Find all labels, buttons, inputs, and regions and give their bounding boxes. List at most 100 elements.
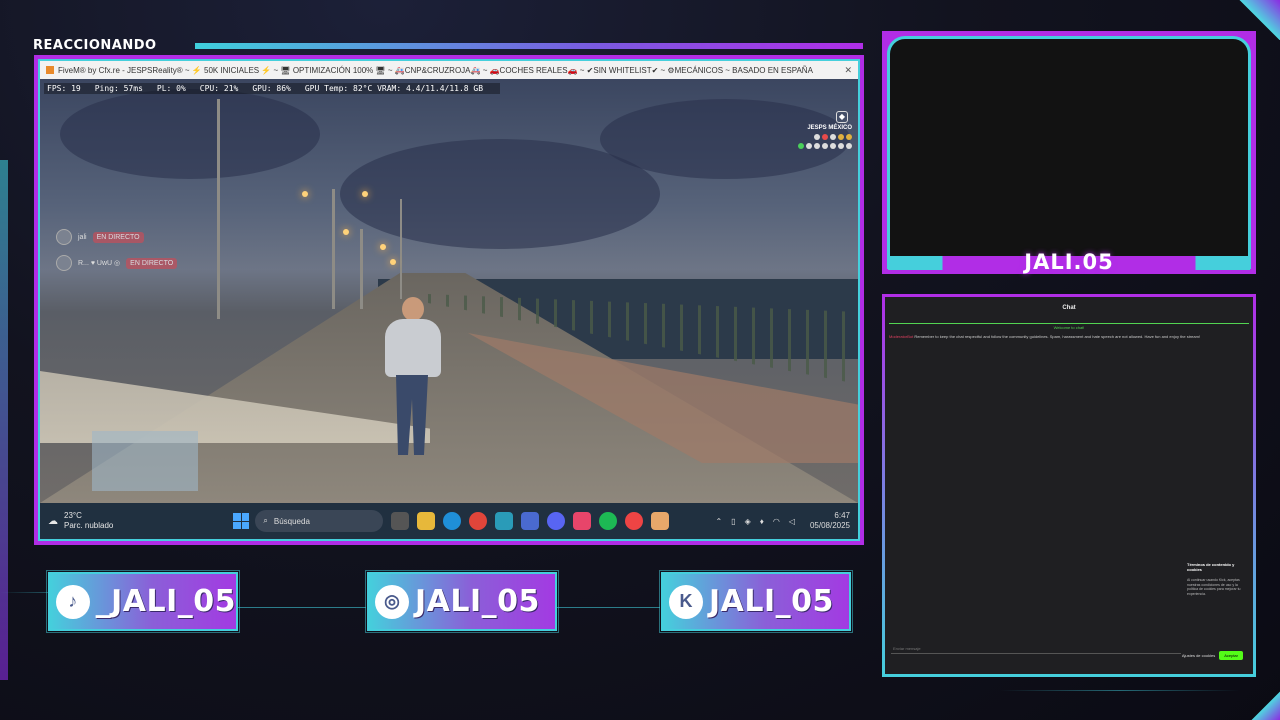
system-tray: ⌃ ▯ ◈ ♦ ◠ ◁ 6:47 05/08/2025 xyxy=(715,511,850,531)
cookie-accept-button[interactable]: Aceptar xyxy=(1219,651,1243,660)
tiktok-icon: ♪ xyxy=(56,584,90,619)
social-handle: JALI_05 xyxy=(415,584,540,619)
lamp-light xyxy=(343,229,349,235)
cookie-popup-text: Al continuar usando Kick, aceptas nuestr… xyxy=(1187,578,1241,596)
taskbar-clock[interactable]: 6:47 05/08/2025 xyxy=(810,511,850,531)
spotify-icon[interactable] xyxy=(599,512,618,530)
fps-readout: FPS: 19 xyxy=(47,84,81,93)
chat-message-author[interactable]: ModeratorBot xyxy=(889,334,913,339)
discord-icon[interactable] xyxy=(547,512,566,530)
kick-icon: K xyxy=(669,584,703,619)
hud-dot xyxy=(846,143,852,149)
live-row: R... ♥ UwU ◎ EN DIRECTO xyxy=(56,255,178,271)
hud-dot xyxy=(822,143,828,149)
start-button[interactable] xyxy=(233,513,250,529)
social-badge-instagram[interactable]: ◎ JALI_05 xyxy=(365,570,559,633)
avatar xyxy=(56,255,72,271)
usb-icon[interactable]: ▯ xyxy=(731,517,735,526)
cookie-popup: Términos de contenido y cookies Al conti… xyxy=(1187,562,1245,647)
weather-widget[interactable]: 23°C Parc. nublado xyxy=(64,511,113,531)
chat-input[interactable]: Enviar mensaje xyxy=(891,642,1181,654)
search-placeholder: Búsqueda xyxy=(273,516,310,526)
weather-temperature: 23°C xyxy=(64,511,82,520)
corner-accent-bottom-right xyxy=(1240,680,1280,720)
game-window-frame: FiveM® by Cfx.re - JESPSReality® ~ ⚡ 50K… xyxy=(34,55,864,545)
fivem-logo-icon xyxy=(46,66,54,74)
cookie-settings-button[interactable]: Ajustes de cookies xyxy=(1182,653,1215,658)
cpu-readout: CPU: 21% xyxy=(199,84,239,93)
gpu-temp-readout: GPU Temp: 82°C VRAM: 4.4/11.4/11.8 GB xyxy=(304,84,484,93)
street-lamp-pole xyxy=(217,99,220,319)
social-connector-line xyxy=(557,607,660,608)
windows-logo-icon xyxy=(241,521,250,529)
weather-icon: ☁ xyxy=(48,515,58,527)
windows-logo-icon xyxy=(241,513,250,521)
file-explorer-icon[interactable] xyxy=(417,512,436,530)
chevron-up-icon[interactable]: ⌃ xyxy=(715,517,722,526)
hud-dot xyxy=(814,143,820,149)
edge-icon[interactable] xyxy=(443,512,462,530)
chat-frame: Chat Welcome to chat! ModeratorBot Remem… xyxy=(882,294,1256,677)
hud-dot xyxy=(806,143,812,149)
hud-status: JESPS MÉXICO xyxy=(798,125,852,149)
hud-server-icon: ◆ xyxy=(836,111,848,123)
lamp-light xyxy=(380,244,386,250)
chat-message-text: Remember to keep the chat respectful and… xyxy=(914,334,1201,339)
social-handle: JALI_05 xyxy=(709,584,834,619)
minimap xyxy=(92,431,198,491)
game-titlebar[interactable]: FiveM® by Cfx.re - JESPSReality® ~ ⚡ 50K… xyxy=(40,61,858,79)
volume-icon[interactable]: ◁ xyxy=(789,517,795,526)
social-badge-kick[interactable]: K JALI_05 xyxy=(659,570,853,633)
avatar xyxy=(56,229,72,245)
social-handle: _JALI_05 xyxy=(95,584,236,619)
street-lamp-pole xyxy=(332,189,335,309)
task-view-icon[interactable] xyxy=(391,512,410,530)
live-badge: EN DIRECTO xyxy=(126,257,178,269)
hud-dot xyxy=(798,143,804,149)
tiktok-icon[interactable] xyxy=(573,512,592,530)
player-body xyxy=(385,319,441,377)
live-user-name: jali xyxy=(78,233,87,241)
reacting-bar xyxy=(195,43,863,49)
app-icon[interactable] xyxy=(521,512,540,530)
close-icon[interactable]: ✕ xyxy=(844,65,852,76)
chat-title: Chat xyxy=(1062,305,1076,311)
left-edge-glow xyxy=(0,160,8,680)
game-window: FiveM® by Cfx.re - JESPSReality® ~ ⚡ 50K… xyxy=(38,59,860,541)
microphone-icon[interactable]: ♦ xyxy=(760,517,764,526)
lamp-light xyxy=(390,259,396,265)
chrome-icon[interactable] xyxy=(469,512,488,530)
hud-dot xyxy=(838,143,844,149)
search-icon: ⌕ xyxy=(263,516,268,525)
windows-logo-icon xyxy=(233,521,241,529)
bridge-tower xyxy=(400,199,402,299)
player-head xyxy=(402,297,424,321)
taskbar-search[interactable]: ⌕ Búsqueda xyxy=(255,510,384,532)
health-icon xyxy=(822,134,828,140)
obs-icon[interactable] xyxy=(625,512,644,530)
network-app-icon[interactable]: ◈ xyxy=(745,517,751,526)
windows-logo-icon xyxy=(233,513,241,521)
social-badge-tiktok[interactable]: ♪ _JALI_05 xyxy=(46,570,240,633)
lamp-light xyxy=(302,191,308,197)
chat-panel: Chat Welcome to chat! ModeratorBot Remem… xyxy=(885,297,1253,674)
chat-welcome: Welcome to chat! xyxy=(889,323,1249,330)
cookie-actions: Ajustes de cookies Aceptar xyxy=(1182,651,1243,660)
streamer-name: JALI.05 xyxy=(1024,250,1114,274)
chat-message: ModeratorBot Remember to keep the chat r… xyxy=(889,334,1249,340)
instagram-icon: ◎ xyxy=(375,584,409,619)
webcam-area xyxy=(887,36,1251,269)
live-user-name: R... ♥ UwU ◎ xyxy=(78,260,121,267)
hud-dot xyxy=(830,134,836,140)
clock-date: 05/08/2025 xyxy=(809,521,850,530)
live-badge: EN DIRECTO xyxy=(92,231,144,243)
store-icon[interactable] xyxy=(495,512,514,530)
ping-readout: Ping: 57ms xyxy=(94,84,143,93)
social-connector-line xyxy=(238,607,366,608)
background-streak xyxy=(1000,690,1240,691)
wifi-icon[interactable]: ◠ xyxy=(773,517,780,526)
windows-taskbar: ☁ 23°C Parc. nublado ⌕ Búsqueda ⌃ ▯ ◈ ♦ … xyxy=(40,503,858,539)
game-launcher-icon[interactable] xyxy=(651,512,670,530)
lamp-light xyxy=(362,191,368,197)
cookie-popup-title: Términos de contenido y cookies xyxy=(1187,562,1235,572)
